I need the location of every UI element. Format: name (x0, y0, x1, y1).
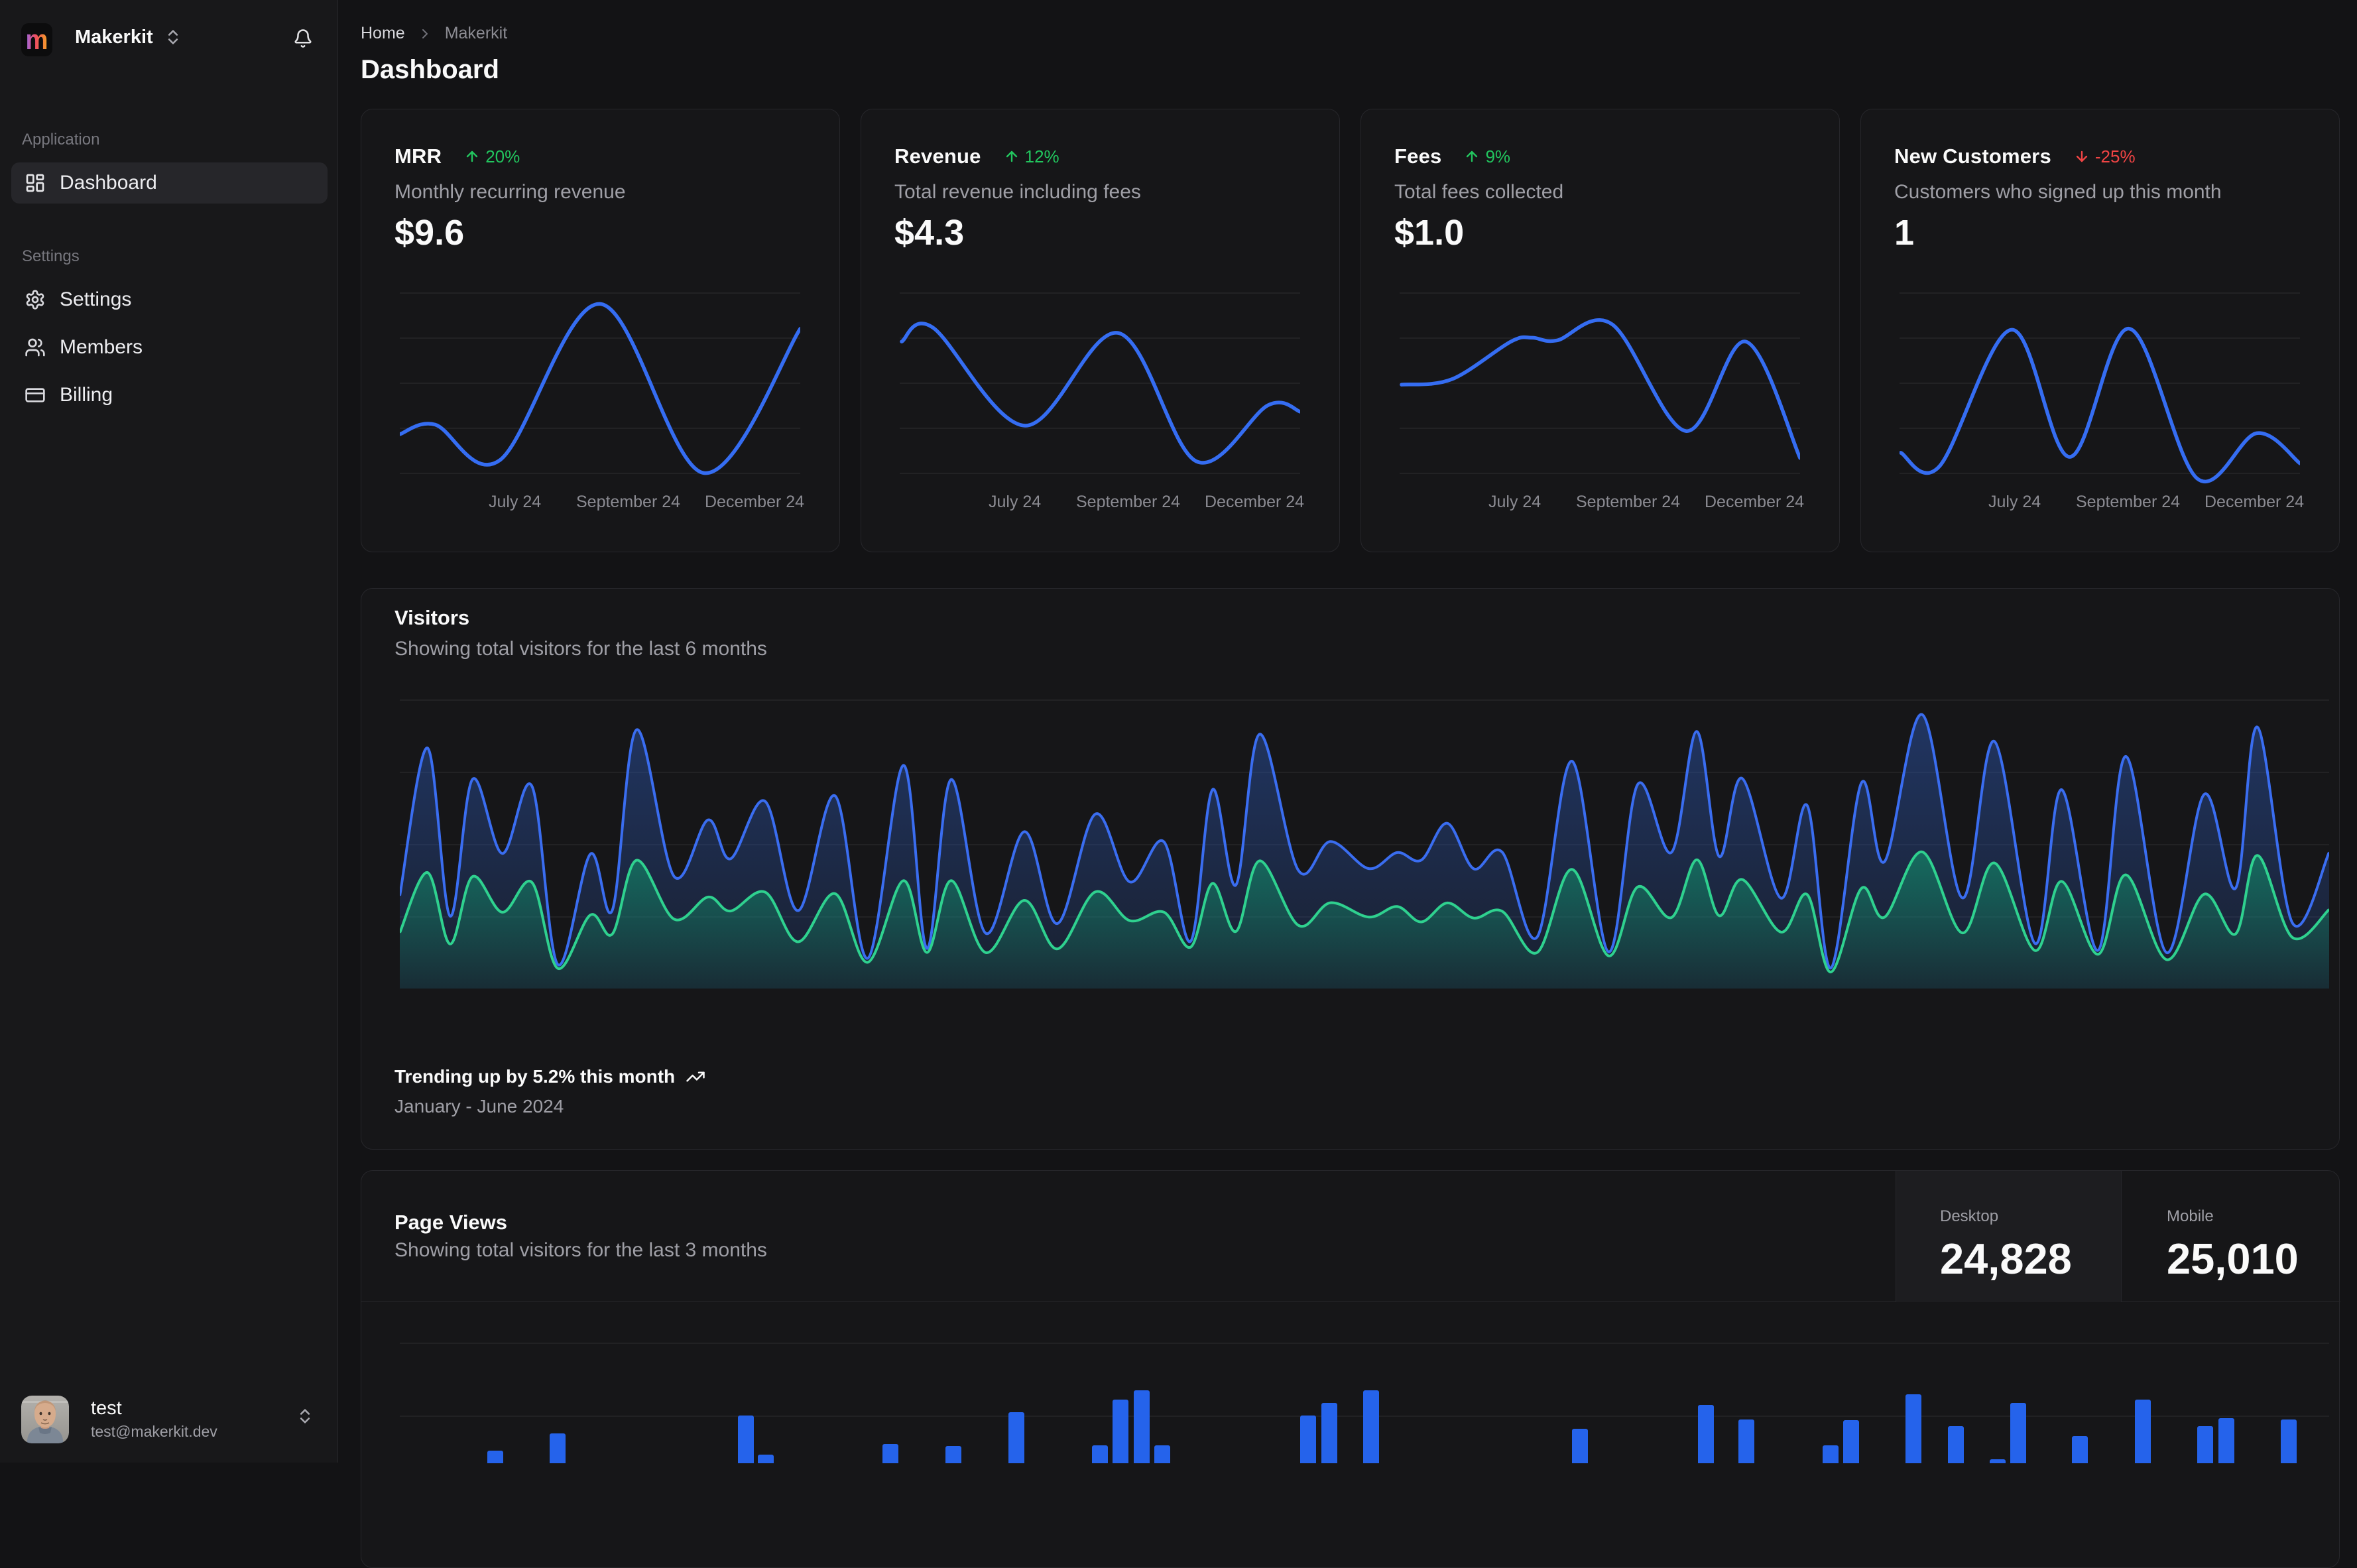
svg-text:m: m (26, 24, 48, 55)
